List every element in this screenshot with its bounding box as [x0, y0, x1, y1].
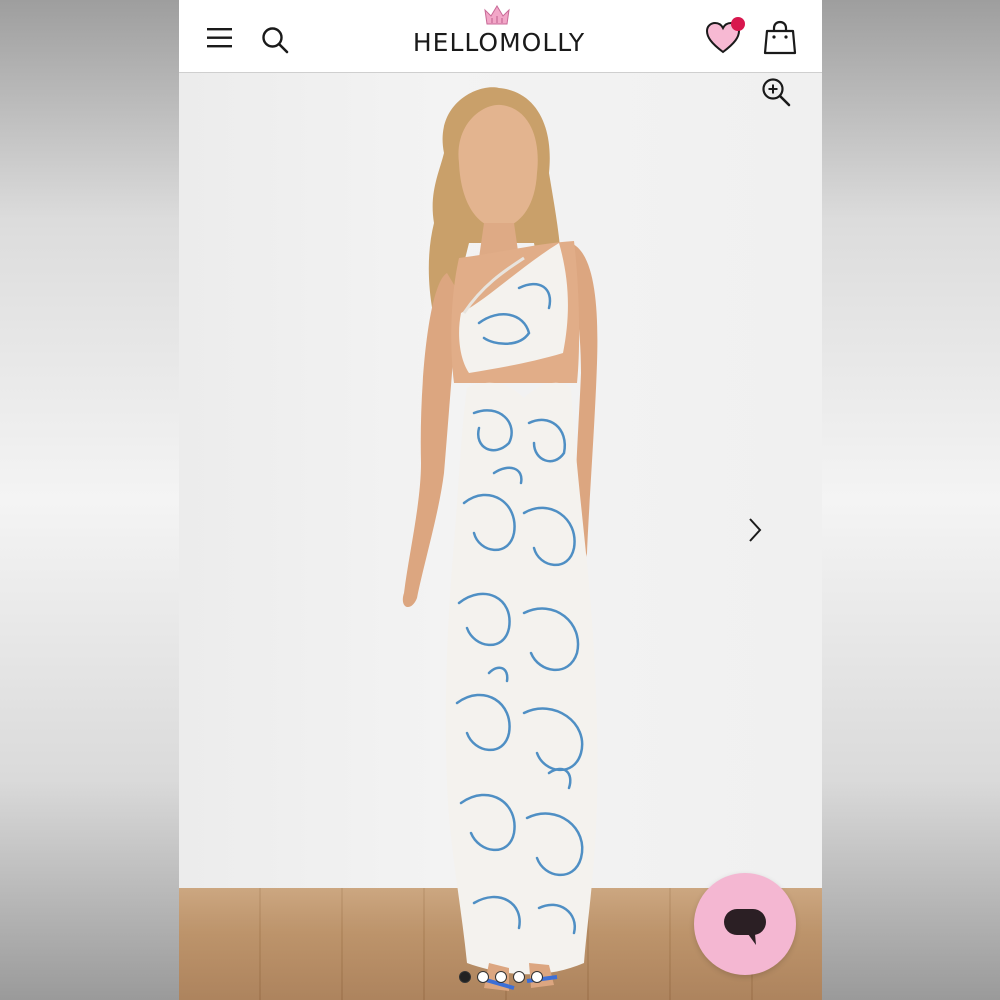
crown-icon — [484, 5, 510, 25]
logo-text: HELLOMOLLY — [412, 28, 586, 57]
search-icon[interactable] — [261, 26, 289, 54]
gallery-dot[interactable] — [531, 971, 543, 983]
brand-logo[interactable]: HELLOMOLLY — [394, 4, 604, 64]
shopping-bag-icon[interactable] — [763, 20, 797, 56]
chat-bubble-icon — [724, 909, 766, 945]
mobile-screen: HELLOMOLLY — [179, 0, 822, 1000]
gallery-dot[interactable] — [513, 971, 525, 983]
chat-button[interactable] — [694, 873, 796, 975]
gallery-dot[interactable] — [459, 971, 471, 983]
zoom-in-icon[interactable] — [761, 77, 791, 107]
gallery-dot[interactable] — [477, 971, 489, 983]
site-header: HELLOMOLLY — [179, 0, 822, 73]
wishlist-badge — [731, 17, 745, 31]
background-blur-right — [822, 0, 1000, 1000]
gallery-dot[interactable] — [495, 971, 507, 983]
product-image-gallery[interactable] — [179, 73, 822, 1000]
product-photo-model-in-dress — [402, 87, 598, 991]
hamburger-menu-icon[interactable] — [207, 26, 233, 50]
background-blur-left — [0, 0, 179, 1000]
chevron-right-icon[interactable] — [744, 515, 766, 545]
